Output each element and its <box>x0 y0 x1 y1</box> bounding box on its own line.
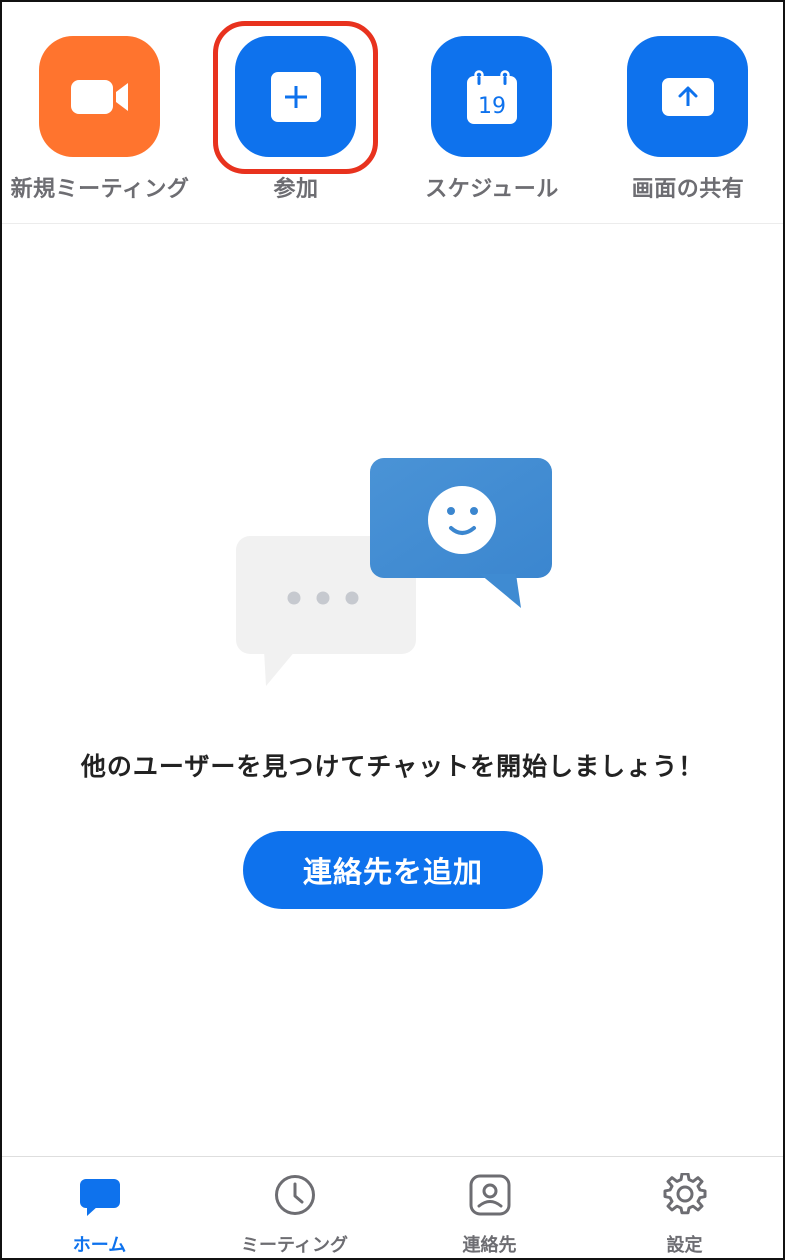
join-button[interactable] <box>235 36 356 157</box>
bottom-tab-bar: ホーム ミーティング 連絡先 設定 <box>2 1156 783 1258</box>
new-meeting-label: 新規ミーティング <box>10 177 190 202</box>
join-action[interactable]: 参加 <box>198 2 394 223</box>
new-meeting-action[interactable]: 新規ミーティング <box>2 2 198 223</box>
tab-settings[interactable]: 設定 <box>587 1157 782 1258</box>
tab-home-label: ホーム <box>72 1235 127 1256</box>
schedule-button[interactable]: 19 <box>431 36 552 157</box>
share-screen-button[interactable] <box>627 36 748 157</box>
tab-contacts[interactable]: 連絡先 <box>392 1157 587 1258</box>
schedule-action[interactable]: 19 スケジュール <box>394 2 590 223</box>
join-label: 参加 <box>273 177 319 202</box>
video-camera-icon <box>70 79 128 114</box>
chat-illustration <box>234 454 554 694</box>
empty-state-message: 他のユーザーを見つけてチャットを開始しましょう！ <box>80 752 705 781</box>
share-screen-label: 画面の共有 <box>631 177 745 202</box>
calendar-day: 19 <box>478 94 506 119</box>
share-screen-icon <box>661 77 714 116</box>
schedule-label: スケジュール <box>425 177 559 202</box>
tab-meetings[interactable]: ミーティング <box>197 1157 392 1258</box>
add-contact-button[interactable]: 連絡先を追加 <box>243 831 543 909</box>
tab-contacts-label: 連絡先 <box>462 1235 517 1256</box>
clock-icon <box>275 1175 315 1215</box>
contact-icon <box>469 1174 511 1216</box>
new-meeting-button[interactable] <box>39 36 160 157</box>
tab-settings-label: 設定 <box>666 1235 703 1256</box>
plus-icon <box>270 71 321 122</box>
tab-home[interactable]: ホーム <box>2 1157 197 1258</box>
zoom-home-screen: 新規ミーティング 参加 19 スケジュール 画面の共有 他のユーザーを見つけてチ… <box>0 0 785 1260</box>
gear-icon <box>663 1173 707 1215</box>
tab-meetings-label: ミーティング <box>241 1235 348 1256</box>
chat-bubble-icon <box>80 1179 120 1216</box>
calendar-icon: 19 <box>466 69 517 124</box>
home-actions: 新規ミーティング 参加 19 スケジュール 画面の共有 <box>2 2 783 224</box>
share-screen-action[interactable]: 画面の共有 <box>590 2 783 223</box>
